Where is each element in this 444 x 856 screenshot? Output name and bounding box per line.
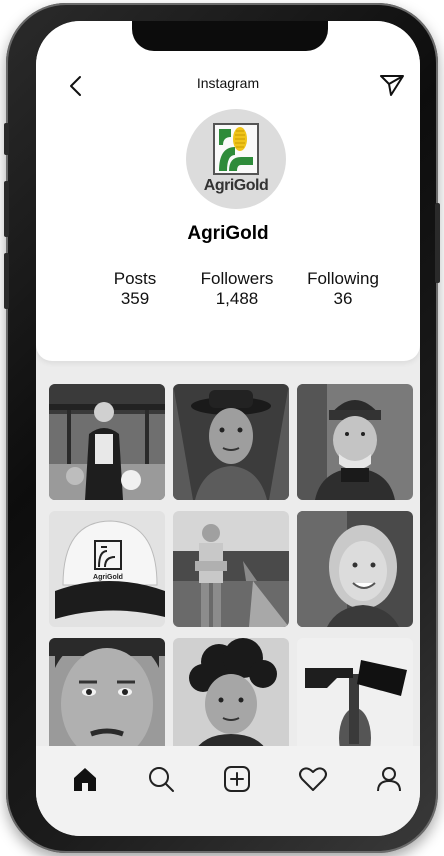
cap-logo-text: AgriGold — [93, 574, 123, 581]
post-thumbnail[interactable] — [297, 384, 413, 500]
stat-posts[interactable]: Posts 359 — [80, 269, 190, 309]
add-post-icon[interactable] — [222, 764, 252, 794]
avatar[interactable]: AgriGold — [186, 109, 286, 209]
notch — [132, 21, 328, 51]
post-thumbnail[interactable] — [49, 638, 165, 754]
stat-value: 36 — [333, 289, 353, 308]
post-thumbnail[interactable] — [297, 511, 413, 627]
stat-label: Following — [307, 269, 379, 288]
stat-label: Posts — [113, 269, 157, 288]
profile-icon[interactable] — [374, 764, 404, 794]
search-icon[interactable] — [146, 764, 176, 794]
post-thumbnail[interactable] — [173, 511, 289, 627]
stat-value: 359 — [120, 289, 150, 308]
volume-up-button — [4, 181, 9, 237]
power-button — [435, 203, 440, 283]
heart-icon[interactable] — [298, 764, 328, 794]
post-thumbnail[interactable]: AgriGold — [49, 511, 165, 627]
profile-name: AgriGold — [187, 223, 269, 244]
post-thumbnail[interactable] — [173, 384, 289, 500]
stat-label: Followers — [200, 269, 274, 288]
bottom-tab-bar — [36, 746, 420, 836]
paper-plane-icon[interactable] — [378, 71, 406, 99]
post-thumbnail[interactable] — [173, 638, 289, 754]
post-grid: AgriGold — [49, 384, 413, 754]
volume-down-button — [4, 253, 9, 309]
stat-value: 1,488 — [215, 289, 259, 308]
stat-followers[interactable]: Followers 1,488 — [182, 269, 292, 309]
post-thumbnail[interactable] — [297, 638, 413, 754]
home-icon[interactable] — [70, 764, 100, 794]
stat-following[interactable]: Following 36 — [288, 269, 398, 309]
logo-wordmark: AgriGold — [203, 177, 269, 194]
profile-header-card: Instagram AgriGold AgriGold Posts 359 Fo… — [36, 21, 420, 361]
silent-switch — [4, 123, 9, 155]
phone-frame: Instagram AgriGold AgriGold Posts 359 Fo… — [4, 3, 440, 853]
agrigold-logo — [213, 123, 259, 175]
post-thumbnail[interactable] — [49, 384, 165, 500]
phone-screen: Instagram AgriGold AgriGold Posts 359 Fo… — [36, 21, 420, 836]
page-title: Instagram — [196, 75, 260, 91]
